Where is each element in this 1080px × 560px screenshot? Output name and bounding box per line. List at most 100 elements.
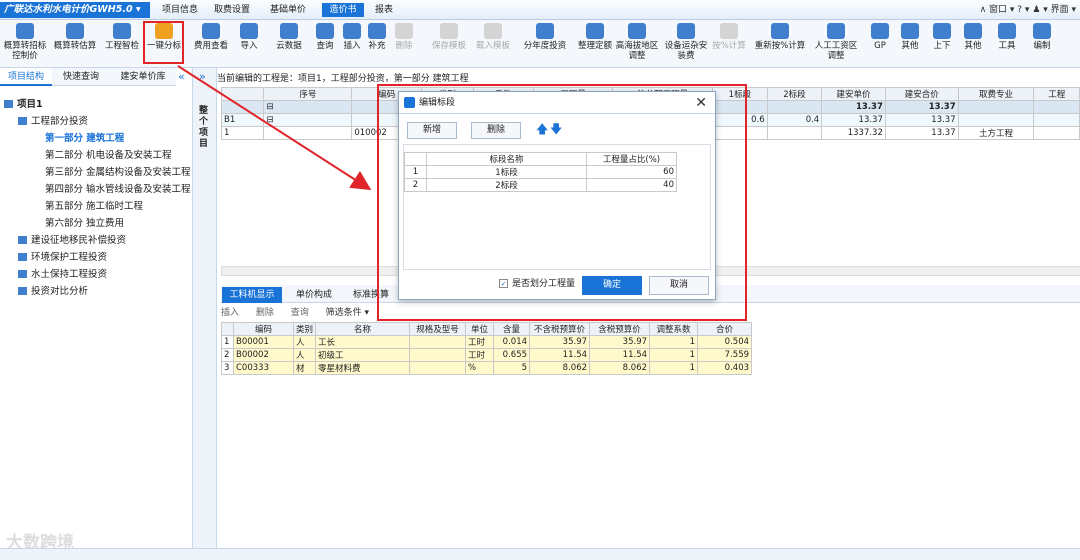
tool-icon	[677, 23, 695, 39]
tool-button-17[interactable]: 按%计算	[710, 21, 748, 67]
folder-icon	[32, 168, 41, 176]
tool-button-19[interactable]: 人工工资区调整	[812, 21, 860, 67]
tool-icon	[536, 23, 554, 39]
sub-col-price-in-tax[interactable]: 含税预算价	[589, 322, 651, 336]
tab-reports[interactable]: 报表	[370, 3, 398, 17]
tool-button-16[interactable]: 设备运杂安装费	[664, 21, 708, 67]
col-project[interactable]: 工程	[1033, 87, 1080, 101]
col-bid2[interactable]: 2标段	[766, 87, 823, 101]
tool-button-13[interactable]: 分年度投资	[518, 21, 572, 67]
tool-button-4[interactable]: 费用查看	[190, 21, 232, 67]
folder-icon	[18, 236, 27, 244]
tab-cost-book[interactable]: 造价书	[322, 3, 364, 17]
tool-button-20[interactable]: GP	[870, 21, 890, 67]
tool-icon	[280, 23, 298, 39]
tool-icon	[368, 23, 386, 39]
delete-button[interactable]: 删除	[256, 308, 274, 318]
tree-node[interactable]: 建设征地移民补偿投资	[18, 232, 126, 249]
table-row[interactable]: 1 B00001 人工长 工时 0.014 35.97 35.97 1 0.504	[221, 335, 753, 349]
tool-button-8[interactable]: 插入	[340, 21, 364, 67]
tool-button-10[interactable]: 删除	[393, 21, 415, 67]
tree-node[interactable]: 第六部分 独立费用	[32, 215, 124, 232]
tab-material-display[interactable]: 工料机显示	[222, 287, 282, 303]
left-tab-quick-query[interactable]: 快速查询	[52, 68, 110, 86]
system-menu[interactable]: ∧ 窗口 ▾ ? ▾ ♟ ▾ 界面 ▾	[980, 3, 1076, 17]
tool-icon	[871, 23, 889, 39]
tool-button-18[interactable]: 重新按%计算	[752, 21, 808, 67]
tree-node[interactable]: 环境保护工程投资	[18, 249, 107, 266]
sub-col-content[interactable]: 含量	[493, 322, 531, 336]
tool-button-21[interactable]: 其他	[897, 21, 923, 67]
tool-button-14[interactable]: 整理定额	[576, 21, 614, 67]
sub-col-adjust[interactable]: 调整系数	[649, 322, 699, 336]
tree-node[interactable]: 工程部分投资	[18, 113, 88, 130]
tree-node[interactable]: 第一部分 建筑工程	[32, 130, 124, 147]
tool-icon	[66, 23, 84, 39]
folder-icon	[32, 185, 41, 193]
table-row[interactable]: 2 B00002 人初级工 工时 0.655 11.54 11.54 1 7.559	[221, 348, 753, 362]
app-title[interactable]: 广联达水利水电计价GWH5.0 ▾	[0, 2, 150, 18]
tool-button-15[interactable]: 高海拔地区调整	[614, 21, 660, 67]
tree-node[interactable]: 第二部分 机电设备及安装工程	[32, 147, 172, 164]
tool-button-24[interactable]: 工具	[993, 21, 1021, 67]
tool-icon	[827, 23, 845, 39]
left-tab-unit-price-lib[interactable]: 建安单价库	[110, 68, 176, 86]
collapse-icon[interactable]: «	[178, 70, 185, 83]
tab-price-composition[interactable]: 单价构成	[286, 287, 342, 303]
tool-icon	[720, 23, 738, 39]
table-row[interactable]: 3 C00333 材零星材料费% 5 8.062 8.062 1 0.403	[221, 361, 753, 375]
sub-col-spec[interactable]: 规格及型号	[409, 322, 467, 336]
col-total[interactable]: 建安合价	[884, 87, 959, 101]
tool-button-7[interactable]: 查询	[312, 21, 338, 67]
tool-icon	[628, 23, 646, 39]
tool-button-12[interactable]: 载入模板	[472, 21, 514, 67]
sub-col-price-ex-tax[interactable]: 不含税预算价	[529, 322, 591, 336]
tree-node[interactable]: 第四部分 输水管线设备及安装工程	[32, 181, 191, 198]
tool-button-6[interactable]: 云数据	[270, 21, 308, 67]
tool-button-1[interactable]: 概算转估算	[50, 21, 100, 67]
tree-node[interactable]: 第五部分 施工临时工程	[32, 198, 143, 215]
tool-button-11[interactable]: 保存模板	[428, 21, 470, 67]
tool-icon	[933, 23, 951, 39]
tool-button-2[interactable]: 工程智检	[102, 21, 142, 67]
col-unit-price[interactable]: 建安单价	[821, 87, 886, 101]
whole-project-label: 整个项目	[199, 106, 209, 149]
tab-project-info[interactable]: 项目信息	[160, 3, 200, 17]
folder-icon	[18, 253, 27, 261]
sub-col-code[interactable]: 编码	[233, 322, 294, 336]
tool-icon	[771, 23, 789, 39]
tool-button-0[interactable]: 概算转招标控制价	[2, 21, 48, 67]
left-tab-structure[interactable]: 项目结构	[0, 68, 52, 86]
sub-col-total[interactable]: 合价	[697, 322, 753, 336]
current-path: 当前编辑的工程是：项目1，工程部分投资，第一部分 建筑工程	[217, 74, 469, 84]
tool-button-5[interactable]: 导入	[236, 21, 262, 67]
tree-node[interactable]: 水土保持工程投资	[18, 266, 107, 283]
tool-button-25[interactable]: 编制	[1027, 21, 1057, 67]
tab-fee-settings[interactable]: 取费设置	[208, 3, 256, 17]
tool-icon	[586, 23, 604, 39]
tool-button-22[interactable]: 上下	[930, 21, 954, 67]
tree-node[interactable]: 投资对比分析	[18, 283, 88, 300]
sub-col-type[interactable]: 类别	[292, 322, 317, 336]
tool-icon	[16, 23, 34, 39]
tool-icon	[316, 23, 334, 39]
query-button[interactable]: 查询	[291, 308, 309, 318]
status-bar	[0, 548, 1080, 560]
tool-button-9[interactable]: 补充	[365, 21, 389, 67]
tree-node[interactable]: 项目1	[4, 96, 43, 113]
left-panel: 项目结构 快速查询 建安单价库 « 项目1 工程部分投资 第一部分 建筑工程 第二部分…	[0, 68, 193, 560]
tree-node[interactable]: 第三部分 金属结构设备及安装工程	[32, 164, 191, 181]
tool-icon	[343, 23, 361, 39]
sub-col-unit[interactable]: 单位	[465, 322, 495, 336]
sub-col-name[interactable]: 名称	[315, 322, 411, 336]
col-fee-specialty[interactable]: 取费专业	[957, 87, 1035, 101]
tool-button-23[interactable]: 其他	[958, 21, 988, 67]
folder-icon	[18, 270, 27, 278]
insert-button[interactable]: 插入	[221, 308, 239, 318]
expand-icon[interactable]: »	[199, 70, 206, 83]
tab-base-price[interactable]: 基础单价	[264, 3, 312, 17]
col-seq[interactable]: 序号	[263, 87, 353, 101]
tool-icon	[202, 23, 220, 39]
filter-dropdown[interactable]: 筛选条件 ▾	[326, 308, 369, 318]
material-table: 编码 类别 名称 规格及型号 单位 含量 不含税预算价 含税预算价 调整系数 合…	[221, 322, 753, 375]
